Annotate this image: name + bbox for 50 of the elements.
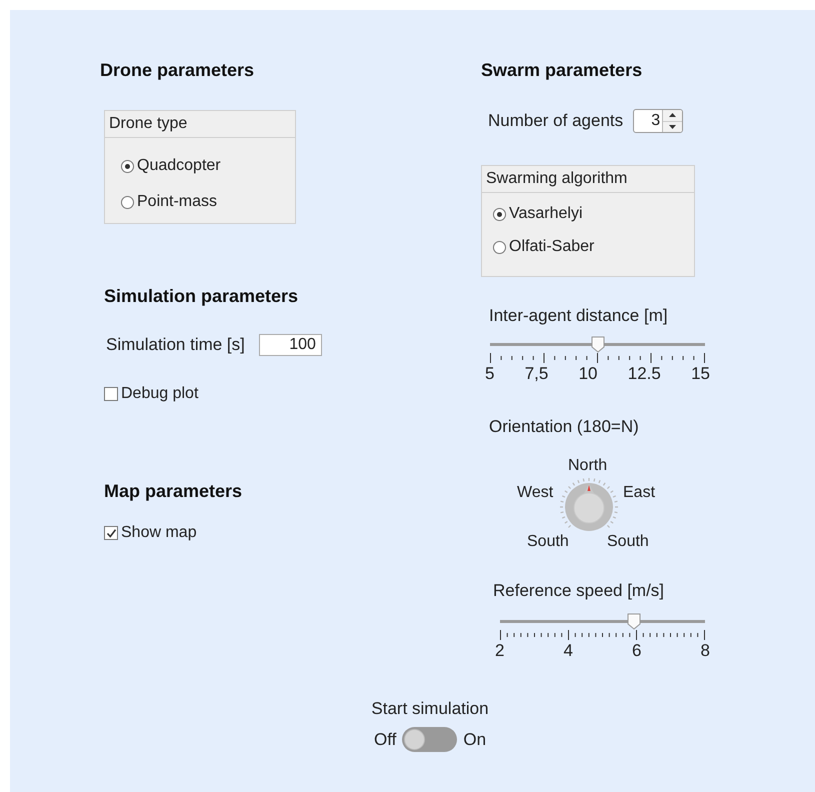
field-label: Simulation time [s] [106, 335, 245, 355]
section-heading: Drone parameters [100, 60, 254, 80]
input-field[interactable]: 100 [258, 334, 322, 356]
tick-label: 5 [485, 364, 494, 384]
tick-label: 12.5 [628, 364, 661, 384]
dial-label: North [568, 457, 608, 475]
group-title: Swarming algorithm [482, 166, 694, 193]
dial-label: South [607, 533, 649, 551]
tick-label: 8 [700, 641, 710, 661]
increment-button[interactable] [663, 110, 682, 122]
toggle-switch[interactable] [402, 727, 458, 752]
checkbox[interactable] [104, 526, 118, 540]
radio-button[interactable] [493, 240, 506, 254]
radio-button[interactable] [121, 160, 134, 172]
dial-label: East [623, 484, 656, 502]
group-title: Drone type [105, 111, 295, 138]
section-heading: Simulation parameters [104, 286, 298, 306]
tick-label: 2 [495, 641, 504, 661]
checkbox-label[interactable]: Debug plot [121, 384, 198, 404]
tick-label: 15 [691, 364, 710, 384]
section-heading: Swarm parameters [481, 60, 642, 80]
slider-label: Inter-agent distance [m] [489, 306, 668, 326]
on-label: On [463, 730, 486, 750]
toggle-title: Start simulation [371, 699, 489, 719]
checkbox[interactable] [104, 387, 118, 401]
decrement-button[interactable] [663, 122, 682, 132]
caret-up-icon [669, 113, 676, 118]
number-input[interactable]: 3 [634, 110, 662, 132]
radio-button[interactable] [493, 208, 506, 220]
checkbox-label[interactable]: Show map [121, 523, 197, 543]
off-label: Off [374, 730, 396, 750]
tick-label: 6 [632, 641, 642, 661]
number-spinner[interactable]: 3 [633, 109, 684, 133]
radio-button[interactable] [121, 196, 134, 208]
caret-down-icon [669, 124, 676, 129]
section-heading: Map parameters [104, 481, 242, 501]
slider-thumb[interactable] [627, 613, 642, 630]
tick-label: 10 [578, 364, 598, 384]
radio-label[interactable]: Point-mass [137, 192, 218, 212]
dial-label: South [527, 533, 569, 551]
radio-label[interactable]: Vasarhelyi [509, 204, 583, 224]
dial-label: West [517, 484, 554, 502]
slider-label: Reference speed [m/s] [493, 581, 664, 601]
dial-title: Orientation (180=N) [489, 417, 639, 437]
radio-label[interactable]: Olfati-Saber [509, 237, 594, 257]
radio-label[interactable]: Quadcopter [137, 156, 221, 176]
tick-label: 7,5 [524, 364, 548, 384]
tick-label: 4 [564, 641, 573, 661]
slider-thumb[interactable] [590, 336, 604, 353]
field-label: Number of agents [488, 111, 624, 131]
